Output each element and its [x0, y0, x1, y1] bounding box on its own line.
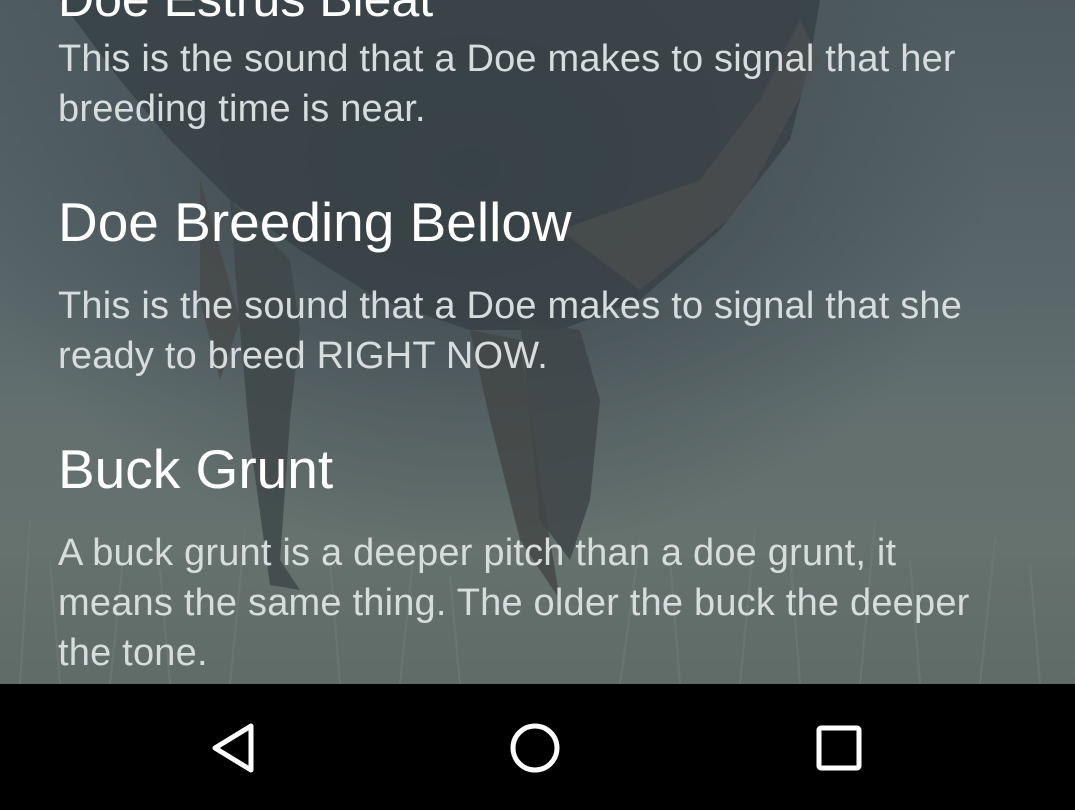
- sound-item-title[interactable]: Buck Grunt: [58, 437, 333, 501]
- back-triangle-icon: [212, 723, 254, 773]
- sound-item-title[interactable]: Doe Breeding Bellow: [58, 190, 572, 254]
- sound-item-description: A buck grunt is a deeper pitch than a do…: [58, 532, 970, 674]
- sound-item-description: This is the sound that a Doe makes to si…: [58, 38, 956, 130]
- navigation-bar: [0, 684, 1075, 810]
- sound-item-description: This is the sound that a Doe makes to si…: [58, 285, 963, 377]
- recents-button[interactable]: [809, 718, 869, 778]
- app-screen: Doe Estrus Bleat This is the sound that …: [0, 0, 1075, 810]
- sound-item-title[interactable]: Doe Estrus Bleat: [58, 0, 433, 28]
- home-button[interactable]: [505, 718, 565, 778]
- back-button[interactable]: [203, 718, 263, 778]
- recents-square-icon: [816, 725, 862, 771]
- home-circle-icon: [510, 723, 560, 773]
